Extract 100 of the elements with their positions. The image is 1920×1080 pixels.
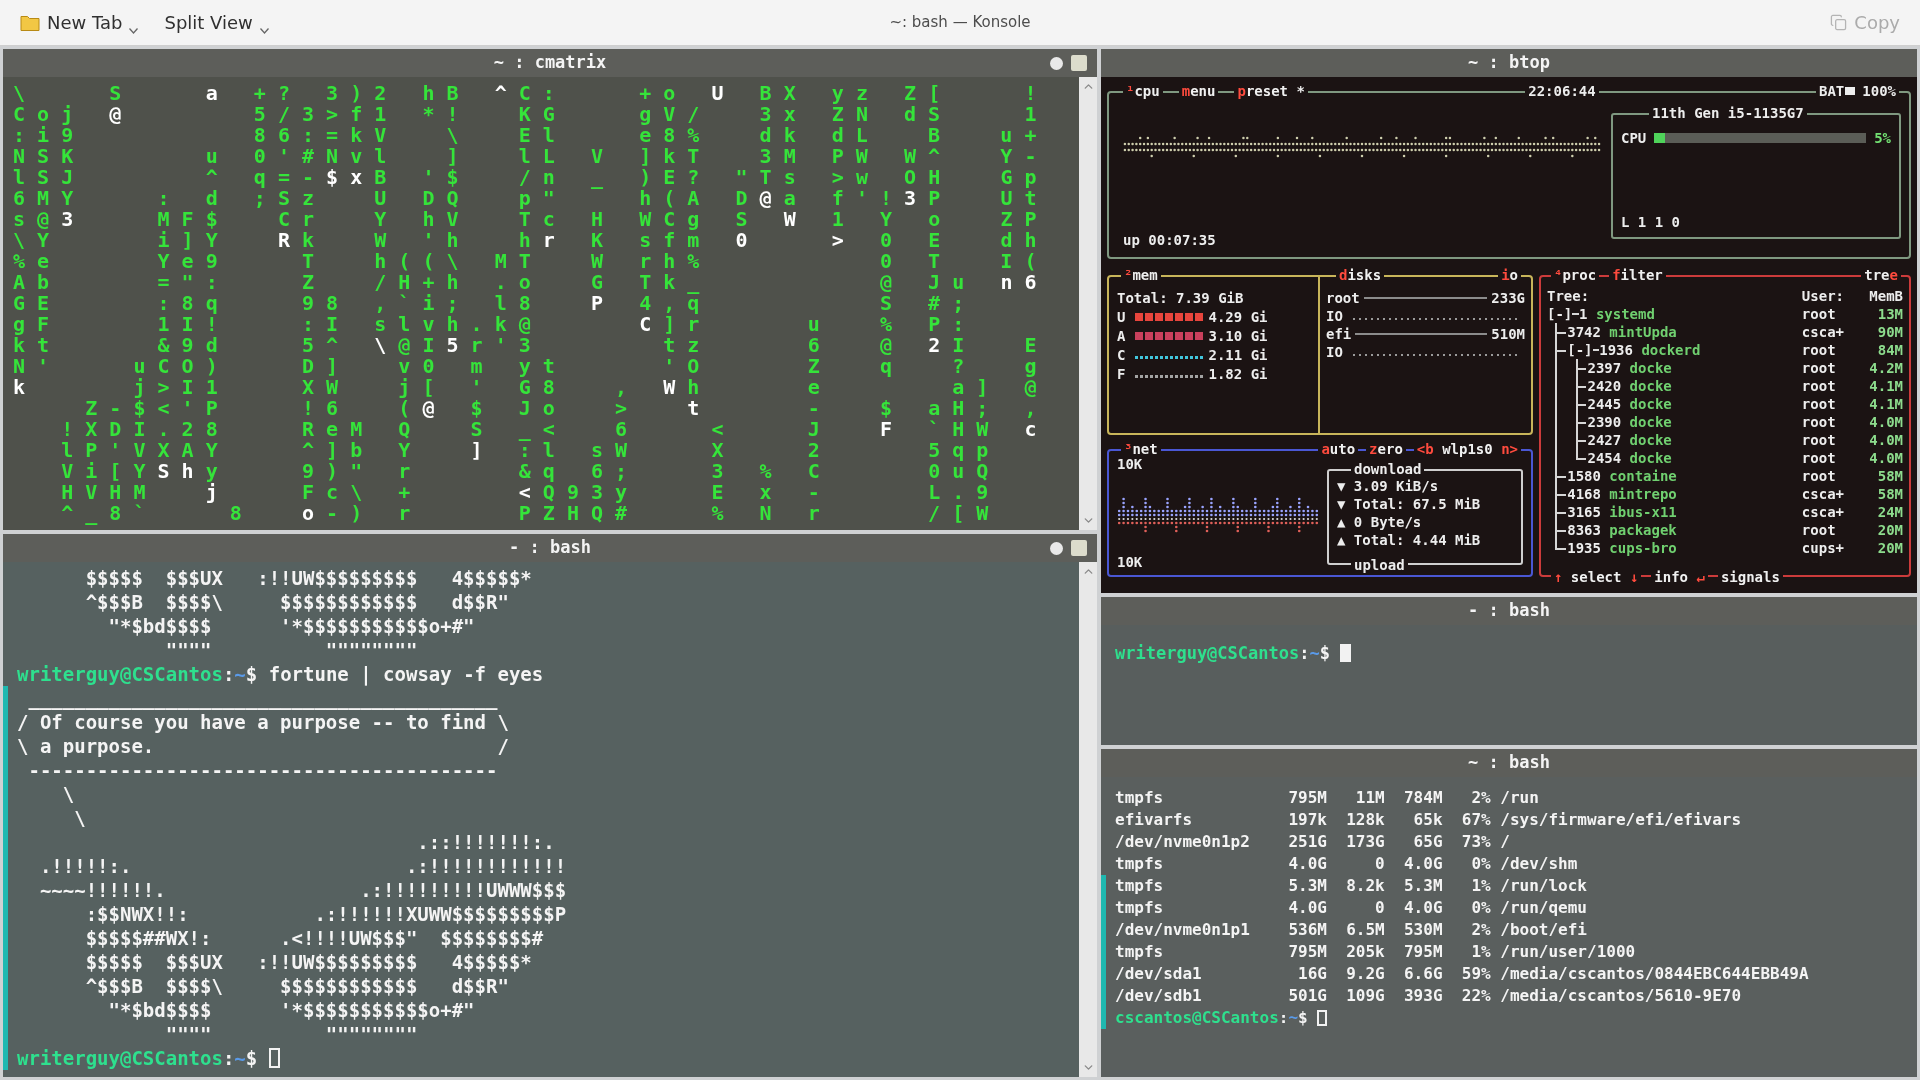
- use-percent-cell-text: 0%: [1470, 853, 1491, 875]
- process-id: 2390: [1587, 413, 1622, 431]
- filesystem-cell-text: tmpfs: [1115, 941, 1165, 963]
- square-icon[interactable]: [1071, 540, 1087, 556]
- output-line: "*$bd$$$$ '*$$$$$$$$$$$o+#": [107, 998, 475, 1022]
- network-stat: ▲ 0 Byte/s: [1337, 513, 1423, 531]
- process-memory: 4.0M: [1868, 449, 1903, 467]
- process-id: 2420: [1587, 377, 1622, 395]
- process-user: csca+: [1801, 503, 1845, 521]
- process-memory: 4.0M: [1868, 431, 1903, 449]
- square-icon[interactable]: [1071, 55, 1087, 71]
- uptime-text: up 00:07:35: [1123, 231, 1217, 249]
- process-user: csca+: [1801, 323, 1845, 341]
- collapse-toggle[interactable]: [-]: [1567, 341, 1593, 359]
- matrix-text-line: ! X D I . 2 8 R e M Q S _ < 6 < J F ` H W c: [60, 419, 1038, 440]
- output-line: ~~~~!!!!!!. .:!!!!!!!!!UWWW$$$: [38, 878, 567, 902]
- circle-icon[interactable]: [1050, 56, 1063, 70]
- prompt-text: cscantos@CSCantos:~$: [1115, 1007, 1308, 1029]
- memory-label: C: [1117, 345, 1127, 364]
- output-line: :$$NWX!!: .:!!!!!!XUWW$$$$$$$$$P: [84, 902, 567, 926]
- prompt-text: writerguy@CSCantos:~$: [1115, 642, 1330, 665]
- mount-point-cell: /run: [1500, 787, 1539, 809]
- mount-point-cell: /: [1500, 831, 1510, 853]
- disk-name: root: [1326, 289, 1360, 307]
- process-name: cups-bro: [1609, 539, 1677, 557]
- box-title[interactable]: <b wlp1s0 n>: [1413, 440, 1521, 458]
- size-cell-text: 5.3M: [1287, 875, 1327, 897]
- size-cell-text: 251G: [1287, 831, 1327, 853]
- output-line: / Of course you have a purpose -- to find \: [17, 710, 509, 734]
- cpu-label: CPU: [1621, 129, 1647, 147]
- output-line: "*$bd$$$$ '*$$$$$$$$$$$o+#": [107, 614, 475, 638]
- matrix-text-line: V i [ Y S h y 9 ) " r & q 6 ; 3 % C 0 u Q: [60, 461, 990, 482]
- box-title[interactable]: info ↵: [1651, 568, 1708, 586]
- collapse-toggle[interactable]: [-]: [1547, 305, 1573, 323]
- process-memory: 58M: [1876, 467, 1903, 485]
- matrix-text-line: ^ _ 8 ` 8 o - ) r P Z H Q # % N r / [ W: [60, 503, 990, 524]
- output-line: \: [61, 782, 75, 806]
- scrollbar[interactable]: [1079, 562, 1097, 1077]
- process-user: csca+: [1801, 485, 1845, 503]
- scrollbar[interactable]: [1079, 77, 1097, 530]
- network-stat: ▲ Total: 4.44 MiB: [1337, 531, 1482, 549]
- use-percent-cell-text: 0%: [1470, 897, 1491, 919]
- box-title[interactable]: signals: [1717, 568, 1783, 586]
- process-user: root: [1801, 431, 1837, 449]
- matrix-text-line: \ S a + ? 3 ) 2 h B ^ C : + o U B X y z Z [ !: [13, 83, 1038, 104]
- memory-value: 1.82 Gi: [1208, 364, 1268, 383]
- used-cell-text: 6.5M: [1345, 919, 1385, 941]
- pane-title: ~ : bash: [1468, 751, 1550, 775]
- mount-point-cell: /boot/efi: [1500, 919, 1587, 941]
- use-percent-cell-text: 67%: [1460, 809, 1491, 831]
- matrix-text-line: s @ 3 M F $ C r Y h V T c H W C g S W 1 Y o Z P: [13, 209, 1038, 230]
- folder-icon: [20, 14, 40, 31]
- mount-point-cell: /run/qemu: [1500, 897, 1587, 919]
- output-line: .::!!!!!!!:.: [416, 830, 555, 854]
- matrix-text-line: g F 1 I ! : I s l v h . k @ C ] r u % P :: [13, 314, 966, 335]
- filesystem-cell-text: tmpfs: [1115, 853, 1165, 875]
- process-name: containe: [1609, 467, 1677, 485]
- process-id: 2445: [1587, 395, 1622, 413]
- process-id: 3742: [1567, 323, 1601, 341]
- process-memory: 4.1M: [1868, 395, 1903, 413]
- available-cell-text: 784M: [1403, 787, 1443, 809]
- filesystem-cell-text: efivarfs: [1115, 809, 1194, 831]
- output-line: """" """""""": [164, 638, 418, 662]
- mount-point-cell: /run/user/1000: [1500, 941, 1636, 963]
- circle-icon[interactable]: [1050, 541, 1063, 555]
- process-memory: 20M: [1876, 521, 1903, 539]
- disk-name: efi: [1326, 325, 1352, 343]
- size-cell-text: 4.0G: [1287, 897, 1327, 919]
- used-cell-text: 205k: [1345, 941, 1385, 963]
- matrix-text-line: k t & 9 d 5 ^ \ @ I 5 r ' 3 t z 6 @ 2 I E: [13, 335, 1038, 356]
- memory-value: 2.11 Gi: [1208, 345, 1268, 364]
- process-id: 2427: [1587, 431, 1622, 449]
- mount-point-cell: /dev/shm: [1500, 853, 1578, 875]
- process-user: root: [1801, 467, 1837, 485]
- process-user: root: [1801, 305, 1837, 323]
- size-cell-text: 501G: [1287, 985, 1327, 1007]
- process-memory: 58M: [1876, 485, 1903, 503]
- matrix-text-line: l S J ^ q = - $ x B ' $ / n _ ) E ? " T s > w O H G p: [13, 167, 1038, 188]
- matrix-text-line: A b = " : Z / H + h . o G T k _ @ J u n 6: [13, 272, 1038, 293]
- output-line: _________________________________________: [27, 686, 498, 710]
- filesystem-cell-text: tmpfs: [1115, 875, 1165, 897]
- mount-point-cell: /media/cscantos/5610-9E70: [1500, 985, 1742, 1007]
- io-label: IO: [1326, 343, 1343, 361]
- column-header: MemB: [1868, 287, 1903, 305]
- use-percent-cell-text: 59%: [1460, 963, 1491, 985]
- available-cell-text: 65G: [1412, 831, 1443, 853]
- available-cell-text: 530M: [1403, 919, 1443, 941]
- toolbar-button[interactable]: New Tab: [12, 4, 147, 41]
- matrix-text-line: % e Y e 9 T h ( ( \ M T W r h % 0 T I (: [13, 251, 1038, 272]
- filesystem-cell-text: tmpfs: [1115, 897, 1165, 919]
- cpu-percent: 5%: [1874, 129, 1891, 147]
- use-percent-cell-text: 22%: [1460, 985, 1491, 1007]
- toolbar-button[interactable]: Split View: [156, 4, 277, 41]
- matrix-text-line: N ' u C O ) D ] v 0 m y t ' O Z q ? g: [13, 356, 1038, 377]
- process-name: ibus-x11: [1609, 503, 1677, 521]
- process-memory: 24M: [1876, 503, 1903, 521]
- process-id: 3165: [1567, 503, 1601, 521]
- graph-scale-label: 10K: [1117, 455, 1144, 473]
- process-id: 8363: [1567, 521, 1601, 539]
- used-cell-text: 0: [1374, 897, 1385, 919]
